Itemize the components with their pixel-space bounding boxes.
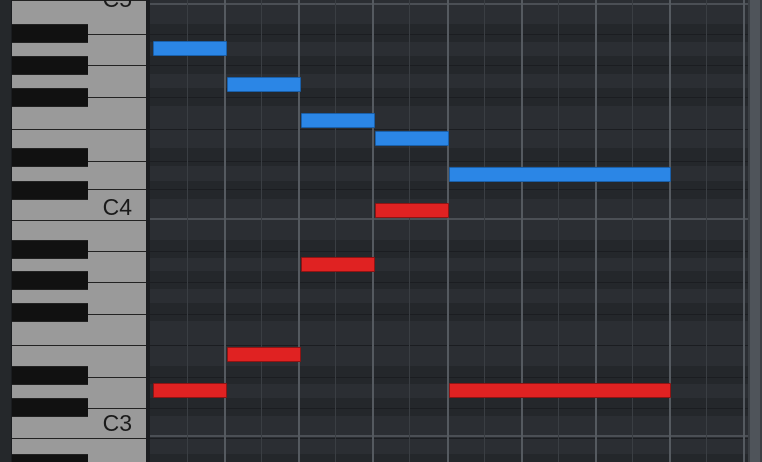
- black-key-row: [150, 303, 748, 321]
- white-key-separator: [12, 220, 146, 221]
- midi-note-red[interactable]: [449, 383, 671, 398]
- grid-beat-line: [743, 0, 745, 462]
- row-line: [150, 65, 748, 66]
- grid-subdivision-line: [409, 0, 410, 462]
- midi-note-red[interactable]: [227, 347, 301, 362]
- row-line: [150, 314, 748, 315]
- black-key-row: [150, 24, 748, 42]
- black-key-row: [150, 398, 748, 416]
- black-key-row: [150, 148, 748, 166]
- white-key-separator: [12, 438, 146, 439]
- black-key[interactable]: [12, 240, 88, 259]
- row-line: [150, 377, 748, 378]
- midi-note-red[interactable]: [153, 383, 227, 398]
- black-key-row: [150, 240, 748, 258]
- octave-line-c4: [150, 218, 748, 220]
- row-line: [150, 408, 748, 409]
- black-key[interactable]: [12, 56, 88, 75]
- midi-note-blue[interactable]: [449, 167, 671, 182]
- black-key[interactable]: [12, 181, 88, 200]
- midi-note-red[interactable]: [375, 203, 449, 218]
- midi-note-blue[interactable]: [375, 131, 449, 146]
- midi-note-blue[interactable]: [301, 113, 375, 128]
- black-key[interactable]: [12, 88, 88, 107]
- black-key-row: [150, 271, 748, 289]
- black-key[interactable]: [12, 303, 88, 322]
- left-border: [0, 0, 12, 462]
- black-key[interactable]: [12, 366, 88, 385]
- grid-subdivision-line: [335, 0, 336, 462]
- octave-line-c3: [150, 435, 748, 437]
- row-line: [150, 282, 748, 283]
- black-key[interactable]: [12, 24, 88, 43]
- octave-line-c5: [150, 3, 748, 5]
- midi-note-red[interactable]: [301, 257, 375, 272]
- black-key[interactable]: [12, 454, 88, 462]
- key-label-c3: C3: [102, 410, 132, 436]
- row-line: [150, 97, 748, 98]
- midi-note-blue[interactable]: [227, 77, 301, 92]
- midi-note-blue[interactable]: [153, 41, 227, 56]
- vertical-scrollbar[interactable]: [748, 0, 762, 462]
- black-key[interactable]: [12, 148, 88, 167]
- black-key[interactable]: [12, 398, 88, 417]
- key-label-c4: C4: [102, 194, 132, 220]
- black-key-row: [150, 181, 748, 199]
- piano-roll-grid[interactable]: [150, 0, 748, 462]
- white-key-separator: [12, 129, 146, 130]
- piano-roll-window: C5 C4 C3: [0, 0, 762, 462]
- grid-subdivision-line: [261, 0, 262, 462]
- row-line: [150, 161, 748, 162]
- row-line: [150, 345, 748, 346]
- black-key-row: [150, 454, 748, 462]
- row-line: [150, 34, 748, 35]
- scrollbar-thumb[interactable]: [750, 0, 760, 462]
- white-key-separator: [12, 345, 146, 346]
- key-label-c5: C5: [103, 0, 132, 11]
- grid-beat-line: [372, 0, 374, 462]
- row-line: [150, 189, 748, 190]
- row-line: [150, 251, 748, 252]
- grid-beat-line: [298, 0, 300, 462]
- grid-subdivision-line: [706, 0, 707, 462]
- black-key-row: [150, 366, 748, 384]
- row-line: [150, 129, 748, 130]
- black-key[interactable]: [12, 271, 88, 290]
- piano-keyboard[interactable]: C5 C4 C3: [12, 0, 146, 462]
- row-line: [150, 438, 748, 439]
